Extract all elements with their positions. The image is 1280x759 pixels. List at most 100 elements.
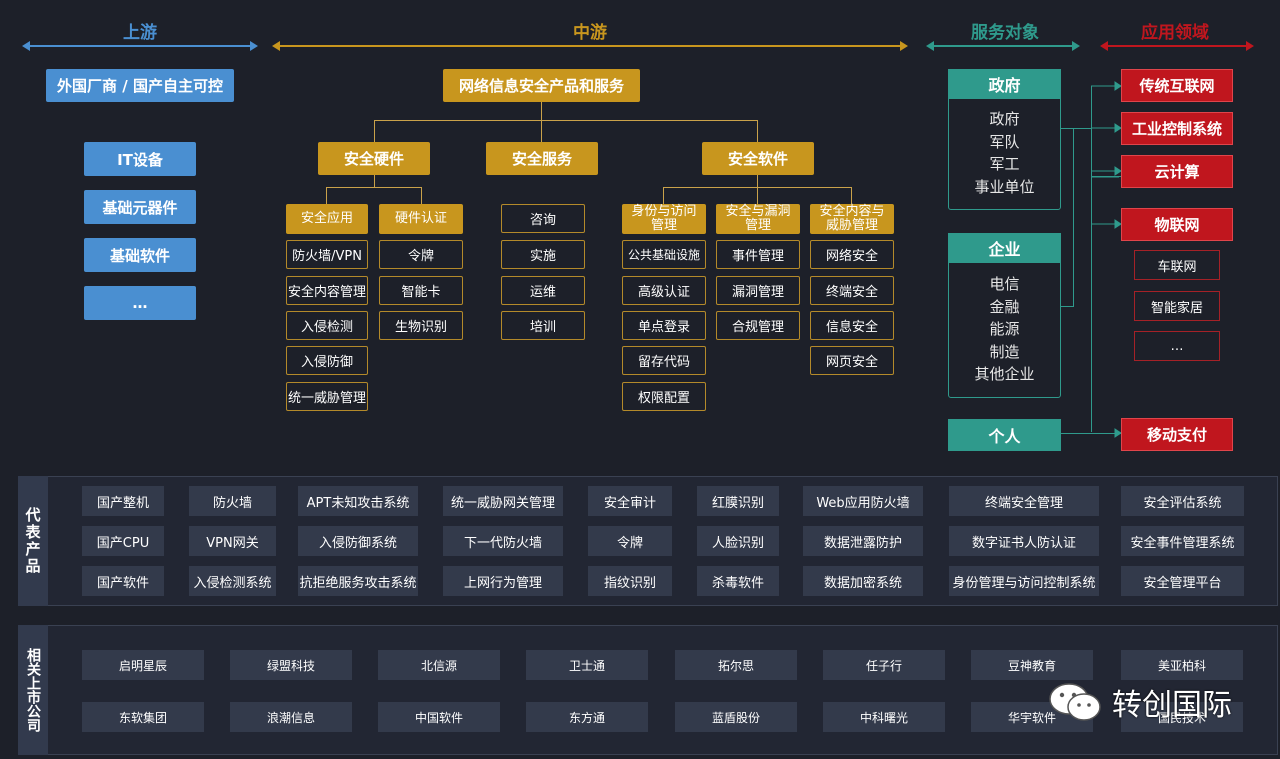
connector — [851, 187, 852, 204]
sw-iam-item: 单点登录 — [622, 311, 706, 340]
company-cell: 美亚柏科 — [1121, 650, 1243, 680]
product-cell: 安全评估系统 — [1121, 486, 1244, 516]
sw-vuln-item: 合规管理 — [716, 311, 800, 340]
company-cell: 拓尔思 — [675, 650, 797, 680]
iot-item: … — [1134, 331, 1220, 361]
company-cell: 中国软件 — [378, 702, 500, 732]
product-cell: VPN网关 — [189, 526, 276, 556]
ent-item: 制造 — [989, 342, 1020, 361]
sw-content-item: 网络安全 — [810, 240, 894, 269]
hardware-title: 安全硬件 — [318, 142, 430, 175]
product-cell: 统一威胁网关管理 — [443, 486, 563, 516]
product-cell: 防火墙 — [189, 486, 276, 516]
watermark-text: 转创国际 — [1112, 688, 1232, 723]
connector — [757, 175, 758, 187]
app-cloud: 云计算 — [1121, 155, 1233, 188]
connector — [1061, 306, 1073, 307]
connector — [541, 102, 542, 120]
midstream-arrow — [272, 41, 908, 51]
hw-app-item: 防火墙/VPN — [286, 240, 368, 269]
hw-app-item: 安全内容管理 — [286, 276, 368, 305]
connector — [374, 175, 375, 187]
product-cell: 下一代防火墙 — [443, 526, 563, 556]
hw-auth-item: 智能卡 — [379, 276, 463, 305]
company-cell: 东软集团 — [82, 702, 204, 732]
product-cell: 令牌 — [588, 526, 672, 556]
connector — [374, 120, 375, 142]
connector — [757, 187, 758, 204]
connector — [326, 187, 327, 204]
service-item: 培训 — [501, 311, 585, 340]
upstream-arrow — [22, 41, 258, 51]
sw-content-item: 信息安全 — [810, 311, 894, 340]
product-cell: 国产整机 — [82, 486, 164, 516]
product-cell: Web应用防火墙 — [803, 486, 923, 516]
upstream-item: 基础元器件 — [84, 190, 196, 224]
company-cell: 东方通 — [526, 702, 648, 732]
connector — [663, 187, 664, 204]
product-cell: 数据加密系统 — [803, 566, 923, 596]
company-cell: 启明星辰 — [82, 650, 204, 680]
sw-content-title: 安全内容与威胁管理 — [810, 204, 894, 234]
personal-title: 个人 — [948, 419, 1061, 451]
company-cell: 豆神教育 — [971, 650, 1093, 680]
sw-iam-title: 身份与访问管理 — [622, 204, 706, 234]
gov-item: 政府 — [989, 110, 1020, 128]
midstream-root: 网络信息安全产品和服务 — [443, 69, 640, 102]
ent-item: 金融 — [989, 297, 1020, 316]
iot-item: 车联网 — [1134, 250, 1220, 280]
product-cell: 抗拒绝服务攻击系统 — [298, 566, 418, 596]
connector — [757, 120, 758, 142]
app-mobile: 移动支付 — [1121, 418, 1233, 451]
upstream-top: 外国厂商 / 国产自主可控 — [46, 69, 234, 102]
company-cell: 蓝盾股份 — [675, 702, 797, 732]
company-cell: 卫士通 — [526, 650, 648, 680]
company-cell: 任子行 — [823, 650, 945, 680]
application-arrow — [1100, 41, 1254, 51]
product-cell: 杀毒软件 — [697, 566, 779, 596]
hw-auth-item: 生物识别 — [379, 311, 463, 340]
ent-items: 电信 金融 能源 制造 其他企业 — [948, 273, 1061, 386]
product-cell: 指纹识别 — [588, 566, 672, 596]
ent-item: 其他企业 — [974, 365, 1035, 383]
companies-label: 相关上市公司 — [18, 625, 48, 755]
sw-iam-item: 权限配置 — [622, 382, 706, 411]
app-internet: 传统互联网 — [1121, 69, 1233, 102]
service-item: 实施 — [501, 240, 585, 269]
connector — [1091, 176, 1121, 177]
app-industrial: 工业控制系统 — [1121, 112, 1233, 145]
product-cell: 上网行为管理 — [443, 566, 563, 596]
company-cell: 浪潮信息 — [230, 702, 352, 732]
wechat-icon — [1049, 683, 1101, 721]
hw-app-item: 入侵防御 — [286, 346, 368, 375]
product-cell: 安全管理平台 — [1121, 566, 1244, 596]
product-cell: APT未知攻击系统 — [298, 486, 418, 516]
software-title: 安全软件 — [702, 142, 814, 175]
gov-title: 政府 — [948, 69, 1061, 99]
hw-app-title: 安全应用 — [286, 204, 368, 234]
product-cell: 终端安全管理 — [949, 486, 1099, 516]
sw-iam-item: 留存代码 — [622, 346, 706, 375]
product-cell: 数据泄露防护 — [803, 526, 923, 556]
connector — [541, 120, 542, 142]
iot-item: 智能家居 — [1134, 291, 1220, 321]
product-cell: 人脸识别 — [697, 526, 779, 556]
upstream-item: … — [84, 286, 196, 320]
company-cell: 北信源 — [378, 650, 500, 680]
hw-app-item: 统一威胁管理 — [286, 382, 368, 411]
ent-title: 企业 — [948, 233, 1061, 263]
watermark: 转创国际 — [1048, 680, 1232, 724]
connector — [421, 187, 422, 204]
service-item: 运维 — [501, 276, 585, 305]
connector — [1061, 128, 1073, 129]
sw-vuln-item: 漏洞管理 — [716, 276, 800, 305]
sw-iam-item: 高级认证 — [622, 276, 706, 305]
hw-app-item: 入侵检测 — [286, 311, 368, 340]
connector — [1073, 128, 1074, 307]
connector — [1073, 128, 1091, 129]
product-cell: 入侵检测系统 — [189, 566, 276, 596]
product-cell: 国产软件 — [82, 566, 164, 596]
sw-content-item: 终端安全 — [810, 276, 894, 305]
gov-items: 政府 军队 军工 事业单位 — [948, 108, 1061, 198]
hw-auth-title: 硬件认证 — [379, 204, 463, 234]
